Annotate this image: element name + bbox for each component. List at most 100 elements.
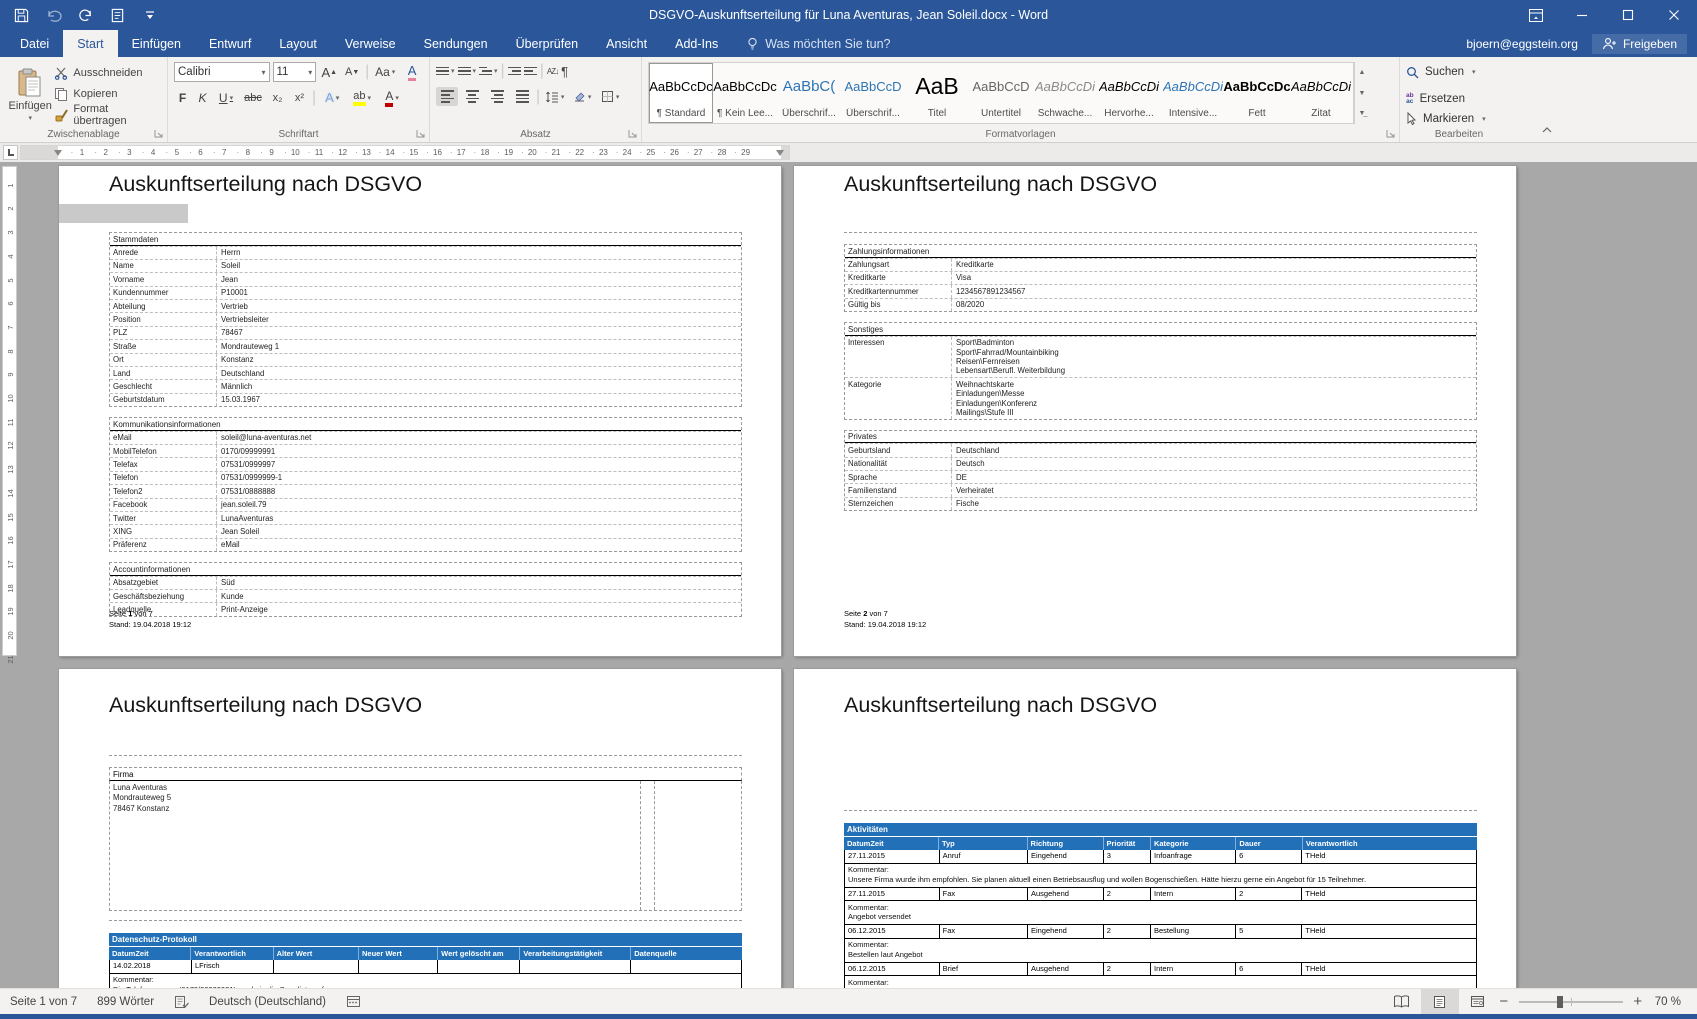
collapse-ribbon-icon[interactable] xyxy=(1541,126,1555,136)
save-icon[interactable] xyxy=(13,7,30,24)
dialog-launcher-icon[interactable] xyxy=(1386,129,1396,139)
ruler-number: 5 xyxy=(6,273,15,288)
undo-icon[interactable] xyxy=(45,7,62,24)
page-indicator[interactable]: Seite 1 von 7 xyxy=(0,989,87,1014)
style-item[interactable]: AaBbC(Überschrif... xyxy=(777,63,841,123)
copy-button[interactable]: Kopieren xyxy=(54,85,161,103)
change-case-button[interactable]: Aa xyxy=(372,63,398,81)
align-center-button[interactable] xyxy=(461,87,483,106)
print-preview-icon[interactable] xyxy=(109,7,126,24)
align-left-button[interactable] xyxy=(436,87,458,106)
style-item[interactable]: AaBbCcDc¶ Kein Lee... xyxy=(713,63,777,123)
style-item[interactable]: AaBbCcDiZitat xyxy=(1289,63,1353,123)
multilevel-list-button[interactable] xyxy=(479,62,498,80)
ruler-number: 1 xyxy=(6,178,15,193)
read-mode-icon[interactable] xyxy=(1383,989,1421,1014)
align-right-button[interactable] xyxy=(486,87,508,106)
macro-recorder-icon[interactable] xyxy=(336,989,371,1014)
document-page-3[interactable]: Auskunftserteilung nach DSGVO Firma Luna… xyxy=(59,669,781,988)
decrease-indent-button[interactable] xyxy=(508,62,521,80)
tab-datei[interactable]: Datei xyxy=(6,30,63,57)
styles-scroll-up-icon[interactable]: ▲ xyxy=(1355,62,1369,83)
close-icon[interactable] xyxy=(1651,0,1697,30)
bullet-list-button[interactable] xyxy=(436,62,455,80)
tab-selector[interactable] xyxy=(3,145,18,160)
font-name-combo[interactable]: Calibri xyxy=(174,62,270,82)
tab-start[interactable]: Start xyxy=(63,30,117,57)
sort-button[interactable]: AZ↓ xyxy=(547,62,558,80)
subscript-button[interactable]: x₂ xyxy=(268,88,287,107)
tab-verweise[interactable]: Verweise xyxy=(331,30,410,57)
style-item[interactable]: AaBTitel xyxy=(905,63,969,123)
style-item[interactable]: AaBbCcDcFett xyxy=(1225,63,1289,123)
document-page-2[interactable]: Auskunftserteilung nach DSGVO Zahlungsin… xyxy=(794,166,1516,656)
styles-scroll-down-icon[interactable]: ▼ xyxy=(1355,83,1369,104)
word-count[interactable]: 899 Wörter xyxy=(87,989,164,1014)
line-spacing-button[interactable] xyxy=(543,87,567,106)
dialog-launcher-icon[interactable] xyxy=(154,129,164,139)
ribbon-display-options-icon[interactable] xyxy=(1513,0,1559,30)
replace-button[interactable]: abac Ersetzen xyxy=(1406,89,1512,109)
tab-überprüfen[interactable]: Überprüfen xyxy=(502,30,593,57)
tab-einfügen[interactable]: Einfügen xyxy=(118,30,195,57)
tell-me-box[interactable]: Was möchten Sie tun? xyxy=(732,30,890,57)
web-layout-icon[interactable] xyxy=(1459,989,1497,1014)
text-effects-button[interactable]: A xyxy=(319,88,345,107)
style-item[interactable]: AaBbCcDiIntensive... xyxy=(1161,63,1225,123)
clear-formatting-button[interactable]: A xyxy=(401,63,423,81)
superscript-button[interactable]: x² xyxy=(290,88,309,107)
strikethrough-button[interactable]: abc xyxy=(241,88,265,107)
minimize-icon[interactable] xyxy=(1559,0,1605,30)
bold-button[interactable]: F xyxy=(174,88,191,107)
text-highlight-button[interactable]: ab xyxy=(348,88,376,107)
tab-entwurf[interactable]: Entwurf xyxy=(195,30,265,57)
redo-icon[interactable] xyxy=(77,7,94,24)
indent-marker[interactable] xyxy=(54,150,62,156)
numbered-list-button[interactable] xyxy=(458,62,477,80)
zoom-out-icon[interactable]: − xyxy=(1497,993,1511,1010)
style-item[interactable]: AaBbCcDiHervorhe... xyxy=(1097,63,1161,123)
document-page-4[interactable]: Auskunftserteilung nach DSGVO Aktivitäte… xyxy=(794,669,1516,988)
font-color-button[interactable]: A xyxy=(379,88,405,107)
find-button[interactable]: Suchen xyxy=(1406,62,1512,82)
select-button[interactable]: Markieren xyxy=(1406,109,1512,129)
language-indicator[interactable]: Deutsch (Deutschland) xyxy=(199,989,336,1014)
font-size-combo[interactable]: 11 xyxy=(273,62,317,82)
customize-quick-access-icon[interactable] xyxy=(141,7,158,24)
zoom-slider[interactable] xyxy=(1519,1001,1623,1003)
tab-add-ins[interactable]: Add-Ins xyxy=(661,30,732,57)
account-email[interactable]: bjoern@eggstein.org xyxy=(1466,37,1578,51)
format-painter-button[interactable]: Format übertragen xyxy=(54,106,161,124)
share-button[interactable]: Freigeben xyxy=(1592,34,1687,54)
shrink-font-button[interactable]: A▼ xyxy=(342,63,362,81)
right-indent-marker[interactable] xyxy=(776,150,784,156)
style-item[interactable]: AaBbCcDÜberschrif... xyxy=(841,63,905,123)
tab-ansicht[interactable]: Ansicht xyxy=(592,30,661,57)
underline-button[interactable]: U xyxy=(214,88,238,107)
cut-button[interactable]: Ausschneiden xyxy=(54,64,161,82)
grow-font-button[interactable]: A▲ xyxy=(319,63,339,81)
increase-indent-button[interactable] xyxy=(524,62,537,80)
table-row: 27.11.2015AnrufEingehend3Infoanfrage6THe… xyxy=(844,850,1477,864)
shading-button[interactable] xyxy=(570,87,594,106)
zoom-in-icon[interactable]: + xyxy=(1631,993,1645,1010)
show-formatting-marks-button[interactable]: ¶ xyxy=(561,62,568,80)
styles-more-icon[interactable]: ▼̲ xyxy=(1355,103,1369,124)
zoom-level[interactable]: 70 % xyxy=(1645,989,1697,1014)
italic-button[interactable]: K xyxy=(194,88,211,107)
justify-button[interactable] xyxy=(511,87,533,106)
tab-sendungen[interactable]: Sendungen xyxy=(410,30,502,57)
style-item[interactable]: AaBbCcDc¶ Standard xyxy=(649,63,713,123)
borders-button[interactable] xyxy=(597,87,623,106)
paste-button[interactable]: Einfügen ▾ xyxy=(6,62,54,125)
maximize-icon[interactable] xyxy=(1605,0,1651,30)
document-page-1[interactable]: Auskunftserteilung nach DSGVO Stammdaten… xyxy=(59,166,781,656)
dialog-launcher-icon[interactable] xyxy=(628,129,638,139)
zoom-slider-thumb[interactable] xyxy=(1557,996,1563,1008)
dialog-launcher-icon[interactable] xyxy=(416,129,426,139)
print-layout-icon[interactable] xyxy=(1421,989,1459,1014)
tab-layout[interactable]: Layout xyxy=(265,30,331,57)
style-item[interactable]: AaBbCcDUntertitel xyxy=(969,63,1033,123)
spellcheck-icon[interactable] xyxy=(164,989,199,1014)
style-item[interactable]: AaBbCcDiSchwache... xyxy=(1033,63,1097,123)
